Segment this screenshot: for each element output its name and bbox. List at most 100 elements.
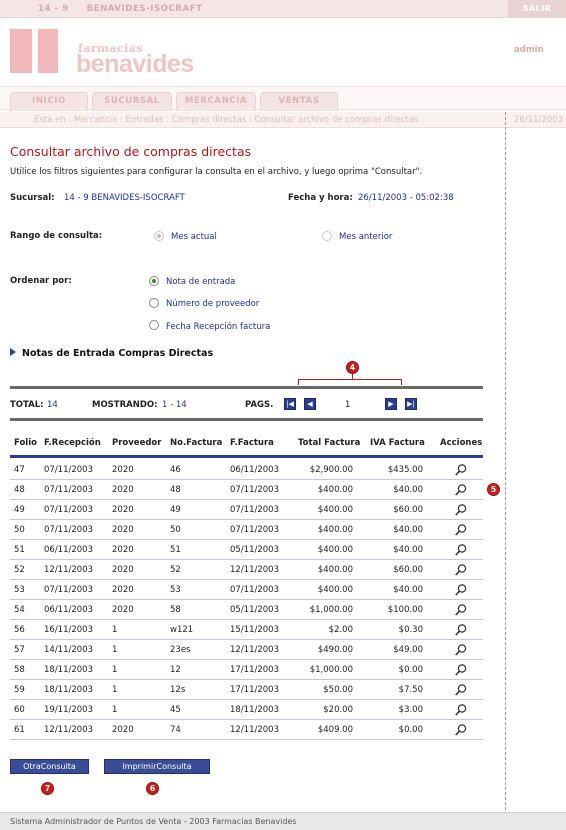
cell-no-factura: 51 <box>170 545 181 555</box>
cell-folio: 50 <box>14 525 25 535</box>
cell-no-factura: 74 <box>170 725 181 735</box>
store-id-label: 14 - 9 BENAVIDES-ISOCRAFT <box>38 4 203 14</box>
otra-consulta-button[interactable]: OtraConsulta <box>10 759 89 774</box>
col-iva-factura: IVA Factura <box>370 438 425 448</box>
header: farmacias benavides admin <box>0 18 566 86</box>
magnifier-icon[interactable] <box>454 583 468 597</box>
magnifier-icon[interactable] <box>454 663 468 677</box>
col-folio: Folio <box>14 438 37 448</box>
cell-no-factura: 50 <box>170 525 181 535</box>
radio-mes-actual[interactable] <box>154 231 164 241</box>
cell-no-factura: 58 <box>170 605 181 615</box>
footer-text: Sistema Administrador de Puntos de Venta… <box>10 817 297 826</box>
cell-total-factura: $400.00 <box>317 565 353 575</box>
magnifier-icon[interactable] <box>454 603 468 617</box>
cell-f-factura: 06/11/2003 <box>230 465 279 475</box>
magnifier-icon[interactable] <box>454 463 468 477</box>
cell-f-factura: 18/11/2003 <box>230 705 279 715</box>
col-no-factura: No.Factura <box>170 438 223 448</box>
breadcrumb-bar: Esta en : Mercancia : Entradas : Compras… <box>0 112 566 128</box>
radio-mes-anterior[interactable] <box>322 231 332 241</box>
radio-numero-proveedor[interactable] <box>149 298 159 308</box>
cell-no-factura: w121 <box>170 625 194 635</box>
pagination-bottom-rule <box>10 418 483 421</box>
table-row: 48 07/11/2003 2020 48 07/11/2003 $400.00 $40.0… <box>10 480 483 500</box>
cell-no-factura: 52 <box>170 565 181 575</box>
footer: Sistema Administrador de Puntos de Venta… <box>0 812 566 830</box>
sucursal-value: 14 - 9 BENAVIDES-ISOCRAFT <box>64 193 185 203</box>
cell-total-factura: $50.00 <box>323 685 353 695</box>
last-page-icon[interactable]: ▶| <box>405 398 417 410</box>
total-value: 14 <box>47 400 58 410</box>
cell-f-factura: 07/11/2003 <box>230 505 279 515</box>
magnifier-icon[interactable] <box>454 683 468 697</box>
magnifier-icon[interactable] <box>454 563 468 577</box>
logout-button[interactable]: SALIR <box>508 0 566 18</box>
table-row: 51 06/11/2003 2020 51 05/11/2003 $400.00 $40.0… <box>10 540 483 560</box>
pags-label: PAGS. <box>245 400 274 410</box>
cell-no-factura: 53 <box>170 585 181 595</box>
top-bar: 14 - 9 BENAVIDES-ISOCRAFT SALIR <box>0 0 566 18</box>
cell-total-factura: $1,000.00 <box>309 605 353 615</box>
cell-total-factura: $400.00 <box>317 525 353 535</box>
callout-row-action: 5 <box>487 483 500 496</box>
cell-iva-factura: $100.00 <box>387 605 423 615</box>
tab-mercancia[interactable]: MERCANCÍA <box>176 92 256 111</box>
cell-iva-factura: $0.00 <box>398 665 423 675</box>
cell-total-factura: $2,900.00 <box>309 465 353 475</box>
cell-proveedor: 2020 <box>112 585 134 595</box>
mostrando-label: MOSTRANDO: <box>92 400 158 410</box>
cell-proveedor: 1 <box>112 665 118 675</box>
magnifier-icon[interactable] <box>454 723 468 737</box>
magnifier-icon[interactable] <box>454 703 468 717</box>
cell-folio: 57 <box>14 645 25 655</box>
col-acciones: Acciones <box>440 438 483 448</box>
table-row: 47 07/11/2003 2020 46 06/11/2003 $2,900.00 $43… <box>10 460 483 480</box>
breadcrumb: Esta en : Mercancia : Entradas : Compras… <box>34 115 419 125</box>
table-row: 61 12/11/2003 2020 74 12/11/2003 $409.00 $0.00 <box>10 720 483 740</box>
radio-numero-proveedor-label: Número de proveedor <box>166 299 260 309</box>
cell-iva-factura: $0.00 <box>398 725 423 735</box>
magnifier-icon[interactable] <box>454 623 468 637</box>
cell-iva-factura: $40.00 <box>393 525 423 535</box>
magnifier-icon[interactable] <box>454 543 468 557</box>
logo-mark <box>10 29 58 73</box>
cell-total-factura: $490.00 <box>317 645 353 655</box>
magnifier-icon[interactable] <box>454 503 468 517</box>
cell-no-factura: 49 <box>170 505 181 515</box>
cell-proveedor: 1 <box>112 625 118 635</box>
cell-folio: 54 <box>14 605 25 615</box>
cell-f-recepcion: 12/11/2003 <box>44 565 93 575</box>
cell-proveedor: 2020 <box>112 525 134 535</box>
cell-total-factura: $1,000.00 <box>309 665 353 675</box>
callout-pagination-bracket <box>298 379 402 385</box>
cell-total-factura: $400.00 <box>317 505 353 515</box>
table-row: 52 12/11/2003 2020 52 12/11/2003 $400.00 $60.0… <box>10 560 483 580</box>
page-intro: Utilice los filtros siguientes para conf… <box>10 167 423 177</box>
next-page-icon[interactable]: ▶ <box>385 398 397 410</box>
magnifier-icon[interactable] <box>454 643 468 657</box>
cell-iva-factura: $40.00 <box>393 545 423 555</box>
cell-iva-factura: $7.50 <box>398 685 423 695</box>
radio-fecha-recepcion[interactable] <box>149 320 159 330</box>
cell-total-factura: $400.00 <box>317 485 353 495</box>
imprimir-consulta-button[interactable]: ImprimirConsulta <box>104 759 210 774</box>
tab-ventas[interactable]: VENTAS <box>260 92 338 111</box>
tab-inicio[interactable]: INICIO <box>10 92 88 111</box>
cell-iva-factura: $60.00 <box>393 505 423 515</box>
cell-total-factura: $400.00 <box>317 585 353 595</box>
prev-page-icon[interactable]: ◀ <box>304 398 316 410</box>
tab-strip: INICIO SUCURSAL MERCANCÍA VENTAS <box>0 86 566 111</box>
cell-iva-factura: $3.00 <box>398 705 423 715</box>
tab-sucursal[interactable]: SUCURSAL <box>92 92 172 111</box>
col-f-factura: F.Factura <box>230 438 274 448</box>
magnifier-icon[interactable] <box>454 483 468 497</box>
cell-proveedor: 1 <box>112 645 118 655</box>
mostrando-value: 1 - 14 <box>162 400 187 410</box>
breadcrumb-date: 26/11/2003 <box>514 115 563 125</box>
cell-no-factura: 48 <box>170 485 181 495</box>
first-page-icon[interactable]: |◀ <box>284 398 296 410</box>
cell-iva-factura: $60.00 <box>393 565 423 575</box>
radio-nota-entrada[interactable] <box>149 276 159 286</box>
magnifier-icon[interactable] <box>454 523 468 537</box>
